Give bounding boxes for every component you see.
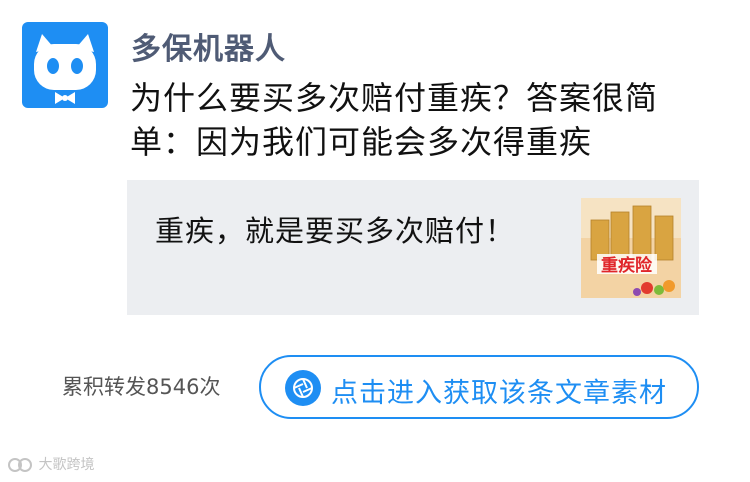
- thumbnail-label: 重疾险: [601, 255, 653, 276]
- article-card[interactable]: 重疾，就是要买多次赔付！ 重疾险: [127, 180, 699, 315]
- article-thumbnail: 重疾险: [581, 198, 681, 298]
- camera-aperture-icon: [285, 370, 321, 406]
- card-title: 重疾，就是要买多次赔付！: [155, 214, 516, 248]
- repost-count: 累积转发8546次: [62, 375, 221, 399]
- get-material-label: 点击进入获取该条文章素材: [331, 378, 667, 409]
- watermark-logo-icon: [8, 457, 34, 473]
- robot-face-icon: [34, 34, 96, 104]
- post-headline[interactable]: 为什么要买多次赔付重疾？答案很简单：因为我们可能会多次得重疾: [130, 76, 720, 164]
- avatar[interactable]: [22, 22, 108, 108]
- author-name[interactable]: 多保机器人: [131, 24, 286, 68]
- watermark: 大歌跨境: [8, 454, 94, 474]
- watermark-text: 大歌跨境: [38, 457, 95, 473]
- get-material-button[interactable]: 点击进入获取该条文章素材: [259, 355, 699, 419]
